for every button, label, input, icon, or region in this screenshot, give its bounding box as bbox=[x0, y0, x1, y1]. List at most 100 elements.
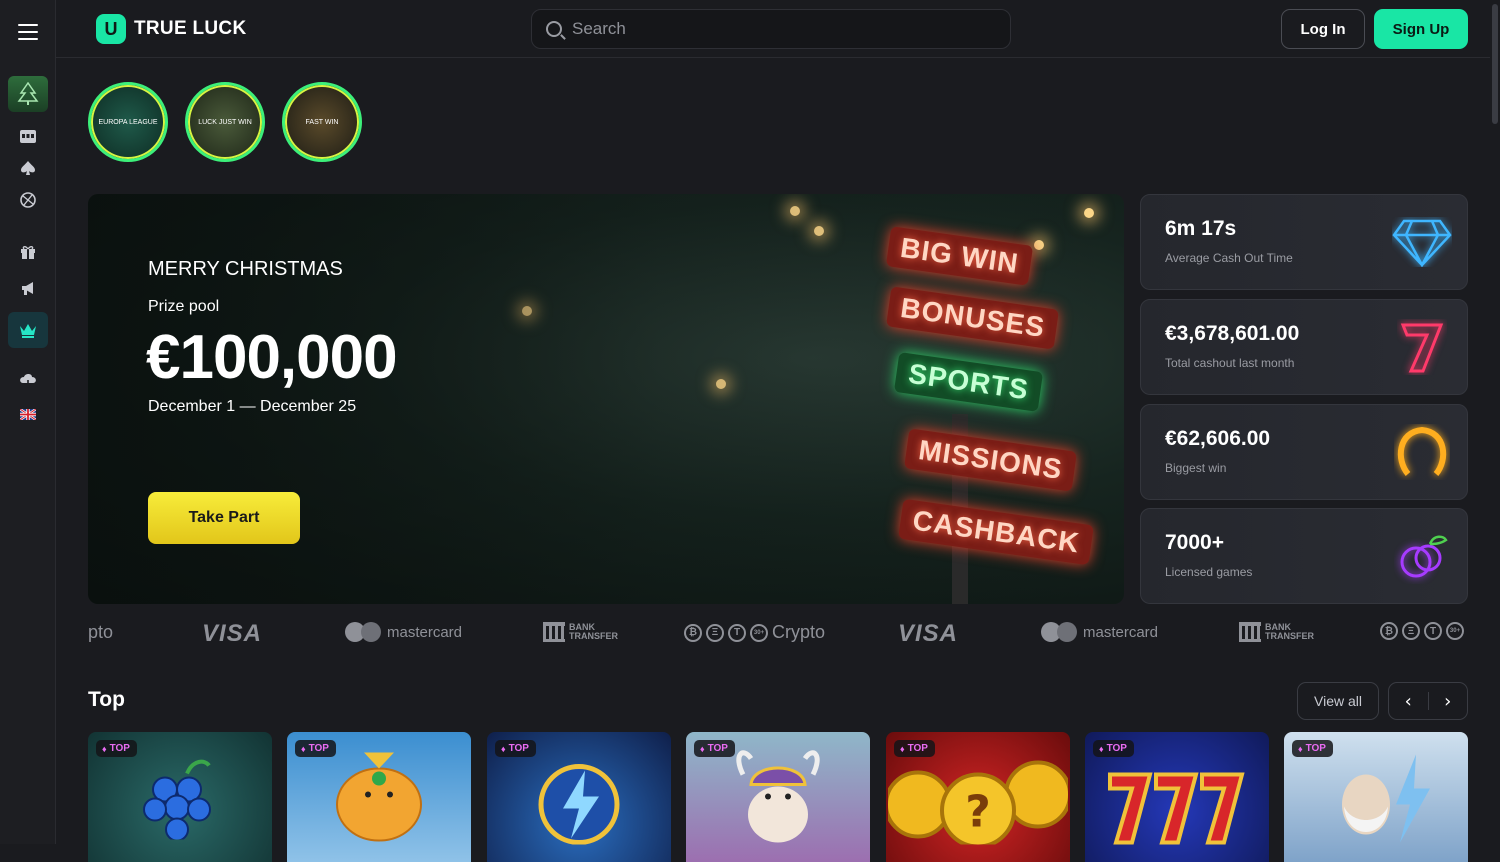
spade-icon[interactable] bbox=[8, 150, 48, 186]
sidebar bbox=[0, 0, 56, 844]
story-caption: FAST WIN bbox=[305, 118, 339, 126]
stat-label: Biggest win bbox=[1165, 461, 1227, 475]
game-card[interactable]: ♦ TOP bbox=[88, 732, 272, 862]
mastercard-text: mastercard bbox=[1083, 623, 1159, 641]
gift-icon[interactable] bbox=[8, 234, 48, 270]
game-card[interactable]: ♦ TOP bbox=[686, 732, 870, 862]
flame-icon: ♦ bbox=[501, 743, 506, 754]
tether-icon: T bbox=[1424, 622, 1442, 640]
tree-icon[interactable] bbox=[8, 76, 48, 112]
ethereum-icon: Ξ bbox=[1402, 622, 1420, 640]
uk-flag-icon[interactable] bbox=[8, 396, 48, 432]
bank-icon bbox=[543, 622, 565, 642]
flame-icon: ♦ bbox=[700, 743, 705, 754]
carousel-pager: ‹ › bbox=[1388, 682, 1468, 720]
bank-text-2: TRANSFER bbox=[569, 631, 618, 641]
search-bar[interactable] bbox=[531, 9, 1011, 49]
stat-label: Average Cash Out Time bbox=[1165, 251, 1293, 265]
megaphone-icon[interactable] bbox=[8, 270, 48, 306]
stories-row: EUROPA LEAGUE LUCK JUST WIN FAST WIN bbox=[88, 82, 362, 162]
menu-icon[interactable] bbox=[18, 24, 38, 40]
viking-icon bbox=[723, 745, 833, 860]
top-badge: ♦ TOP bbox=[96, 740, 137, 757]
stat-value: €62,606.00 bbox=[1165, 427, 1271, 450]
story-fast-win[interactable]: FAST WIN bbox=[282, 82, 362, 162]
promo-dates: December 1 — December 25 bbox=[148, 398, 357, 415]
next-arrow-icon[interactable]: › bbox=[1429, 683, 1468, 719]
ganesha-icon bbox=[324, 745, 434, 860]
crypto-text: Crypto bbox=[772, 622, 826, 642]
stat-label: Licensed games bbox=[1165, 565, 1253, 579]
stat-value: 7000+ bbox=[1165, 531, 1224, 554]
take-part-button[interactable]: Take Part bbox=[148, 492, 300, 544]
tether-icon: T bbox=[728, 623, 746, 642]
story-europa-league[interactable]: EUROPA LEAGUE bbox=[88, 82, 168, 162]
search-icon bbox=[546, 21, 562, 37]
horseshoe-icon bbox=[1391, 421, 1453, 483]
bitcoin-icon: ₿ bbox=[684, 623, 702, 642]
crypto-partial-text: pto bbox=[88, 622, 114, 642]
flame-icon: ♦ bbox=[1298, 743, 1303, 754]
crypto-logo: ₿ Ξ T 30+ bbox=[1380, 622, 1464, 640]
promo-banner[interactable]: BIG WIN BONUSES SPORTS MISSIONS CASHBACK… bbox=[88, 194, 1124, 604]
top-badge-label: TOP bbox=[508, 743, 529, 754]
stat-card-licensed-games: 7000+ Licensed games bbox=[1140, 508, 1468, 604]
mastercard-circle-icon bbox=[361, 622, 381, 642]
top-header: U TRUE LUCK Log In Sign Up bbox=[56, 0, 1500, 58]
svg-text:?: ? bbox=[965, 787, 991, 838]
stat-value: 6m 17s bbox=[1165, 217, 1237, 240]
stat-card-total-cashout: €3,678,601.00 Total cashout last month bbox=[1140, 299, 1468, 395]
visa-logo: VISA bbox=[898, 620, 959, 647]
diamond-icon bbox=[1391, 211, 1453, 273]
banner-subtitle: Prize pool bbox=[148, 298, 220, 315]
mastercard-logo: mastercard bbox=[1041, 622, 1158, 642]
slot-machine-icon[interactable] bbox=[8, 118, 48, 154]
bank-transfer-logo: BANK TRANSFER bbox=[543, 622, 618, 642]
cloud-download-icon[interactable] bbox=[8, 362, 48, 398]
game-card[interactable]: ♦ TOP bbox=[1284, 732, 1468, 862]
zeus-icon bbox=[1316, 745, 1436, 860]
login-button[interactable]: Log In bbox=[1281, 9, 1365, 49]
game-card[interactable]: ♦ TOP ? bbox=[886, 732, 1070, 862]
banner-title: MERRY CHRISTMAS bbox=[148, 258, 343, 280]
grapes-icon bbox=[135, 750, 225, 855]
sports-ball-icon[interactable] bbox=[8, 182, 48, 218]
crown-icon[interactable] bbox=[8, 312, 48, 348]
more-coins-icon: 30+ bbox=[750, 623, 768, 642]
bank-icon bbox=[1239, 622, 1261, 642]
mastercard-circle-icon bbox=[1057, 622, 1077, 642]
prize-amount: €100,000 bbox=[146, 323, 398, 392]
view-all-button[interactable]: View all bbox=[1297, 682, 1379, 720]
flame-icon: ♦ bbox=[301, 743, 306, 754]
top-badge-label: TOP bbox=[109, 743, 130, 754]
mastercard-logo: mastercard bbox=[345, 622, 462, 642]
seven-icon bbox=[1391, 316, 1453, 378]
prev-arrow-icon[interactable]: ‹ bbox=[1389, 683, 1428, 719]
game-card[interactable]: ♦ TOP bbox=[287, 732, 471, 862]
game-card[interactable]: ♦ TOP bbox=[1085, 732, 1269, 862]
flame-icon: ♦ bbox=[102, 743, 107, 754]
plum-icon bbox=[1391, 525, 1453, 587]
stat-card-cashout-time: 6m 17s Average Cash Out Time bbox=[1140, 194, 1468, 290]
brand-name: TRUE LUCK bbox=[134, 18, 247, 39]
lightning-coin-icon bbox=[529, 745, 629, 860]
crypto-partial-label: pto bbox=[88, 622, 113, 643]
ethereum-icon: Ξ bbox=[706, 623, 724, 642]
page-scrollbar[interactable] bbox=[1490, 0, 1500, 844]
game-card[interactable]: ♦ TOP bbox=[487, 732, 671, 862]
triple-seven-icon bbox=[1102, 745, 1252, 860]
stat-label: Total cashout last month bbox=[1165, 356, 1295, 370]
story-caption: LUCK JUST WIN bbox=[198, 118, 252, 126]
crypto-logo: ₿ Ξ T 30+ Crypto bbox=[684, 622, 825, 643]
story-luck-just-win[interactable]: LUCK JUST WIN bbox=[185, 82, 265, 162]
visa-logo: VISA bbox=[202, 620, 263, 647]
signup-button[interactable]: Sign Up bbox=[1374, 9, 1468, 49]
scrollbar-thumb[interactable] bbox=[1492, 4, 1498, 124]
story-caption: EUROPA LEAGUE bbox=[98, 118, 158, 126]
gold-coins-icon: ? bbox=[886, 745, 1070, 860]
brand-logo[interactable]: U TRUE LUCK bbox=[96, 14, 246, 44]
brand-mark-icon: U bbox=[96, 14, 126, 44]
bank-text-2: TRANSFER bbox=[1265, 631, 1314, 641]
stat-value: €3,678,601.00 bbox=[1165, 322, 1300, 345]
search-input[interactable] bbox=[572, 19, 972, 39]
